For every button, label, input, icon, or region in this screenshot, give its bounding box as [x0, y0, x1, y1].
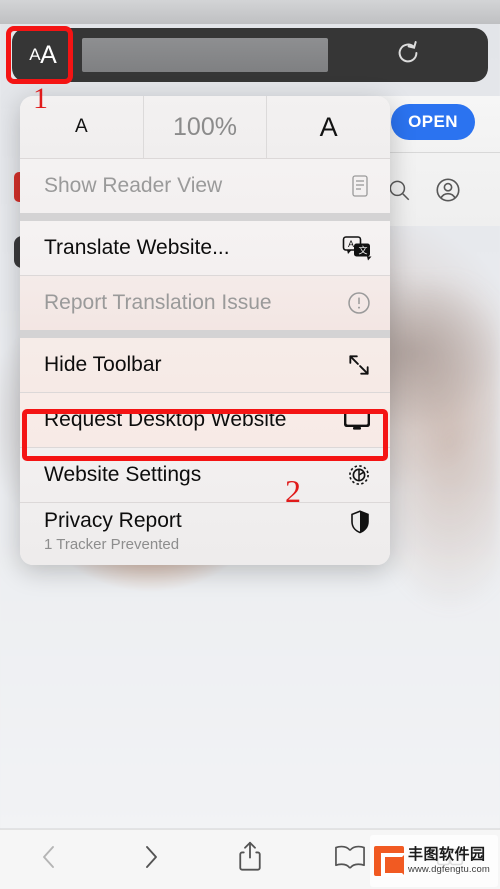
reader-view-icon	[342, 173, 372, 199]
url-input[interactable]	[82, 38, 328, 72]
decrease-font-label: A	[74, 116, 88, 137]
aa-large-letter: A	[40, 40, 57, 69]
account-icon[interactable]	[434, 176, 462, 209]
chevron-left-icon	[37, 841, 63, 878]
shield-icon	[342, 509, 372, 535]
menu-item-privacy-report[interactable]: Privacy Report 1 Tracker Prevented	[20, 503, 390, 565]
screen: OPEN AA A 100% A Show Reader View Transl…	[0, 0, 500, 889]
menu-item-label: Hide Toolbar	[44, 353, 162, 376]
menu-item-translate-website[interactable]: Translate Website... A 文	[20, 221, 390, 275]
menu-item-report-translation-issue[interactable]: Report Translation Issue	[20, 276, 390, 330]
font-size-row: A 100% A	[20, 96, 390, 158]
annotation-number-1: 1	[33, 82, 48, 115]
translate-icon: A 文	[342, 235, 372, 261]
back-button[interactable]	[0, 841, 100, 878]
menu-item-label: Translate Website...	[44, 236, 230, 259]
share-button[interactable]	[200, 840, 300, 879]
aa-format-button[interactable]: AA	[12, 28, 74, 82]
exclamation-circle-icon	[342, 290, 372, 316]
open-button[interactable]: OPEN	[391, 104, 475, 140]
watermark-text: 丰图软件园 www.dgfengtu.com	[408, 847, 490, 875]
menu-item-website-settings[interactable]: Website Settings	[20, 448, 390, 502]
menu-item-label: Report Translation Issue	[44, 291, 272, 314]
desktop-monitor-icon	[342, 407, 372, 433]
menu-group-separator	[20, 330, 390, 338]
increase-font-button[interactable]: A	[266, 96, 390, 158]
svg-text:文: 文	[359, 245, 368, 256]
aa-popover-menu: A 100% A Show Reader View Translate Webs…	[20, 96, 390, 565]
background-page-icon-row	[382, 152, 500, 224]
increase-font-label: A	[319, 111, 338, 142]
aa-small-letter: A	[29, 45, 41, 64]
share-icon	[236, 840, 264, 879]
zoom-level-value[interactable]: 100%	[142, 96, 267, 158]
menu-item-label: Show Reader View	[44, 174, 223, 197]
menu-item-label: Request Desktop Website	[44, 408, 287, 431]
forward-button[interactable]	[100, 841, 200, 878]
address-bar: AA	[12, 28, 488, 82]
zoom-level-label: 100%	[173, 112, 237, 141]
book-icon	[333, 842, 367, 877]
status-bar	[0, 0, 500, 24]
annotation-number-2: 2	[285, 473, 301, 509]
expand-arrows-icon	[342, 352, 372, 378]
menu-item-subtitle: 1 Tracker Prevented	[44, 536, 180, 553]
watermark-logo-icon	[374, 846, 406, 877]
menu-item-request-desktop-website[interactable]: Request Desktop Website	[20, 393, 390, 447]
menu-item-hide-toolbar[interactable]: Hide Toolbar	[20, 338, 390, 392]
chevron-right-icon	[137, 841, 163, 878]
menu-item-label: Privacy Report	[44, 509, 182, 532]
watermark: 丰图软件园 www.dgfengtu.com	[370, 835, 498, 887]
watermark-url: www.dgfengtu.com	[408, 863, 490, 875]
reload-button[interactable]	[328, 39, 488, 72]
menu-group-separator	[20, 213, 390, 221]
watermark-name: 丰图软件园	[408, 846, 486, 864]
svg-text:A: A	[348, 239, 354, 249]
gear-icon	[342, 462, 372, 488]
reload-icon	[394, 39, 422, 72]
menu-item-show-reader-view[interactable]: Show Reader View	[20, 159, 390, 213]
